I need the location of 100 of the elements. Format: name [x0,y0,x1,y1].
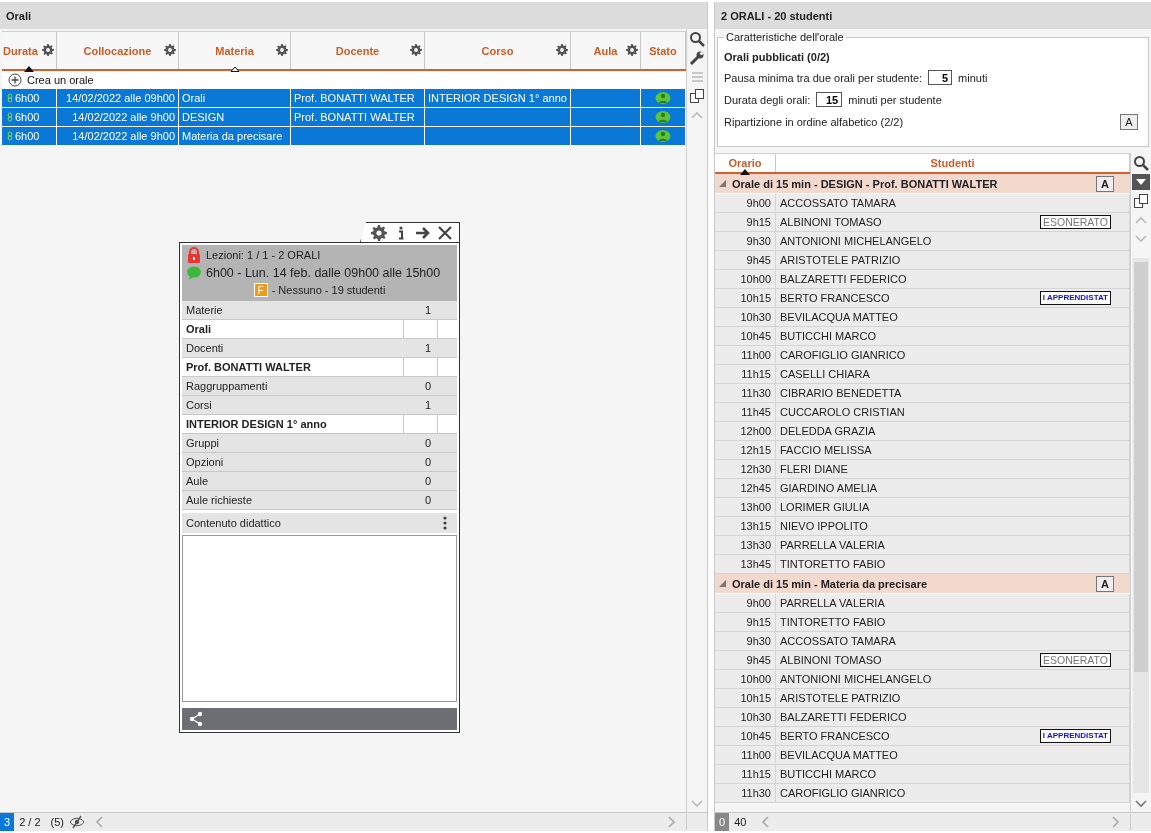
group-summary: - Nessuno - 19 studenti [271,284,386,296]
field-label: Aule richieste [185,493,254,508]
student-name: PARRELLA VALERIA [780,597,885,609]
student-name: BEVILACQUA MATTEO [780,311,898,323]
table-cell: Prof. BONATTI WALTER [294,92,415,104]
time-cell: 10h00 [715,670,776,688]
table-cell: Prof. BONATTI WALTER [294,111,415,123]
settings-icon[interactable] [42,44,54,56]
column-header[interactable]: Collocazione [57,32,179,69]
settings-icon[interactable] [371,224,387,241]
eye-slash-icon[interactable] [69,814,85,830]
search-icon[interactable] [1133,155,1149,171]
table-cell: 14/02/2022 alle 09h00 [66,92,175,104]
chain-link-icon [5,90,15,106]
copy-icon[interactable] [689,88,705,104]
panel-title: 2 ORALI - 20 studenti [715,2,1151,29]
speech-bubble-icon [186,265,202,281]
field-label: Corsi [185,398,213,413]
table-row[interactable]: 6h00 14/02/2022 alle 9h00 Materia da precisare [2,127,686,146]
copy-icon[interactable] [1133,193,1149,209]
field-count: 0 [423,493,432,508]
table-row[interactable]: 6h00 14/02/2022 alle 09h00 Orali Prof. BONATTI WALTER INTERIOR DESIGN 1° anno [2,89,686,108]
student-name: BERTO FRANCESCO [780,730,890,742]
column-header[interactable]: Corso [425,32,571,69]
close-icon[interactable] [437,224,453,241]
field-label: Gruppi [185,436,221,451]
student-name: BEVILACQUA MATTEO [780,749,898,761]
padlock-icon [186,247,202,263]
time-cell: 12h00 [715,422,776,440]
field-label: Materie [185,303,224,318]
field-count: 0 [423,379,432,394]
field-label: Aule [185,474,210,489]
time-cell: 9h45 [715,251,776,269]
column-header[interactable]: Stato [641,32,686,69]
status-tag: I APPRENDISTAT [1039,729,1111,743]
wrench-icon[interactable] [689,50,705,66]
chain-link-icon [5,109,15,125]
share-icon[interactable] [188,711,204,727]
create-button[interactable]: Crea un orale [7,72,94,88]
settings-icon[interactable] [164,44,176,56]
time-cell: 10h30 [715,308,776,326]
time-cell: 13h15 [715,517,776,535]
time-cell: 12h45 [715,479,776,497]
table-row[interactable]: 6h00 14/02/2022 alle 9h00 DESIGN Prof. BONATTI WALTER [2,108,686,127]
field-label: Raggruppamenti [185,379,269,394]
chain-link-icon [5,128,15,144]
field-count: 0 [423,436,432,451]
section-label: Contenuto didattico [186,517,281,529]
sort-button[interactable]: A [1096,175,1114,192]
field-value: INTERIOR DESIGN 1° anno [185,417,328,432]
scrollbar-thumb[interactable] [1134,262,1148,672]
student-name: BUTICCHI MARCO [780,330,876,342]
time-cell: 9h00 [715,594,776,612]
lesson-count: Lezioni: 1 / 1 - 2 ORALI [206,249,321,261]
column-header[interactable]: Docente [291,32,425,69]
student-name: BALZARETTI FEDERICO [780,273,907,285]
settings-icon[interactable] [556,44,568,56]
table-cell: 14/02/2022 alle 9h00 [72,130,175,142]
time-cell: 11h45 [715,403,776,421]
student-name: ARISTOTELE PATRIZIO [780,692,901,704]
student-name: TINTORETTO FABIO [780,616,886,628]
table-cell: INTERIOR DESIGN 1° anno [428,92,567,104]
group-badge: F [253,283,268,297]
field-label: Durata degli orali: [724,93,811,106]
time-cell: 11h00 [715,346,776,364]
column-header[interactable]: Aula [571,32,641,69]
time-cell: 10h15 [715,289,776,307]
settings-icon[interactable] [276,44,288,56]
status-tag: ESONERATO [1040,653,1111,667]
table-cell: Materia da precisare [182,130,283,142]
field-count: 1 [423,303,432,318]
time-cell: 9h30 [715,632,776,650]
pause-input[interactable]: 5 [928,70,953,85]
group-header[interactable]: Orale di 15 min - DESIGN - Prof. BONATTI WALTER A [715,174,1130,194]
sort-button[interactable]: A [1120,114,1138,130]
time-cell: 9h15 [715,213,776,231]
person-status-icon [655,109,671,125]
field-label: Pausa minima tra due orali per studente: [724,71,923,84]
scrollbar-track[interactable] [1133,258,1149,793]
search-icon[interactable] [689,31,705,47]
row-count: 40 [733,816,748,828]
settings-icon[interactable] [626,44,638,56]
student-name: BUTICCHI MARCO [780,768,876,780]
duration-input[interactable]: 15 [816,92,843,107]
settings-icon[interactable] [410,44,422,56]
sort-button[interactable]: A [1096,575,1114,592]
student-name: NIEVO IPPOLITO [780,520,868,532]
student-name: ANTONIONI MICHELANGELO [780,235,932,247]
arrow-right-icon[interactable] [415,224,431,241]
dropdown-button[interactable] [1132,174,1150,190]
table-cell: 6h00 [15,130,40,142]
expand-triangle-icon[interactable] [719,580,726,587]
unit-label: minuti [958,71,988,84]
column-header[interactable]: Studenti [776,154,1130,172]
group-header[interactable]: Orale di 15 min - Materia da precisare A [715,574,1130,594]
student-name: CUCCAROLO CRISTIAN [780,406,905,418]
student-name: BALZARETTI FEDERICO [780,711,907,723]
time-cell: 10h45 [715,727,776,745]
field-count: 0 [423,455,432,470]
expand-triangle-icon[interactable] [719,180,726,187]
